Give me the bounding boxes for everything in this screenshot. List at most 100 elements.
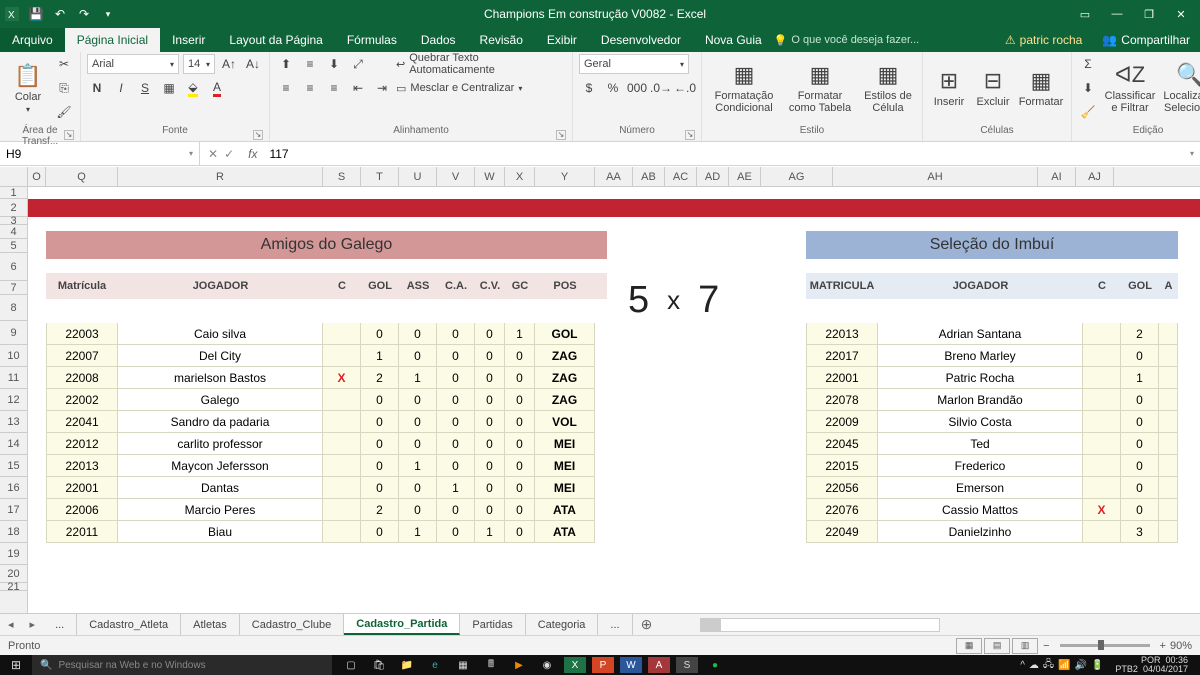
team2-player-row[interactable]: 22013Adrian Santana2 [806, 323, 1178, 345]
column-header[interactable]: AB [633, 167, 665, 186]
tab-data[interactable]: Dados [409, 28, 468, 52]
column-header[interactable]: AI [1038, 167, 1076, 186]
sublime-icon[interactable]: S [676, 657, 698, 673]
zoom-level[interactable]: 90% [1170, 640, 1192, 652]
battery-icon[interactable]: 🔋 [1091, 660, 1103, 671]
page-layout-view-icon[interactable]: ▤ [984, 638, 1010, 654]
team2-player-row[interactable]: 22078Marlon Brandão0 [806, 389, 1178, 411]
team1-player-row[interactable]: 22003Caio silva00001GOL [46, 323, 607, 345]
team1-player-row[interactable]: 22041Sandro da padaria00000VOL [46, 411, 607, 433]
column-header[interactable]: Y [535, 167, 595, 186]
row-header[interactable]: 17 [0, 499, 27, 521]
align-bottom-icon[interactable]: ⬇ [324, 54, 344, 74]
wifi-icon[interactable]: 📶 [1058, 660, 1070, 671]
expand-formula-icon[interactable]: ▾ [1184, 149, 1200, 158]
team1-player-row[interactable]: 22008marielson BastosX21000ZAG [46, 367, 607, 389]
tab-nav-next-icon[interactable]: ▸ [22, 618, 44, 631]
team2-player-row[interactable]: 22045Ted0 [806, 433, 1178, 455]
tab-developer[interactable]: Desenvolvedor [589, 28, 693, 52]
column-header[interactable]: V [437, 167, 475, 186]
conditional-format-button[interactable]: ▦Formatação Condicional [708, 54, 780, 122]
team1-player-row[interactable]: 22002Galego00000ZAG [46, 389, 607, 411]
zoom-in-button[interactable]: + [1156, 640, 1170, 652]
number-format-select[interactable]: Geral▾ [579, 54, 689, 74]
merge-center-button[interactable]: ▭Mesclar e Centralizar▾ [396, 78, 566, 98]
column-header[interactable]: AA [595, 167, 633, 186]
column-header[interactable]: T [361, 167, 399, 186]
font-size-select[interactable]: 14▾ [183, 54, 215, 74]
onedrive-icon[interactable]: ☁ [1029, 660, 1039, 671]
maximize-button[interactable]: ❐ [1134, 4, 1164, 24]
insert-cells-button[interactable]: ⊞Inserir [929, 54, 969, 122]
percent-icon[interactable]: % [603, 78, 623, 98]
tab-review[interactable]: Revisão [468, 28, 535, 52]
increase-font-icon[interactable]: A↑ [219, 54, 239, 74]
store-icon[interactable]: 🛍 [368, 657, 390, 673]
column-header[interactable]: O [28, 167, 46, 186]
access-icon[interactable]: A [648, 657, 670, 673]
launcher-icon[interactable]: ↘ [253, 130, 263, 140]
save-icon[interactable]: 💾 [24, 2, 48, 26]
fill-icon[interactable]: ⬇ [1078, 78, 1098, 98]
italic-button[interactable]: I [111, 78, 131, 98]
app-icon[interactable]: ▦ [452, 657, 474, 673]
row-header[interactable]: 9 [0, 321, 27, 345]
tab-nav-prev-icon[interactable]: ◂ [0, 618, 22, 631]
team2-player-row[interactable]: 22076Cassio MattosX0 [806, 499, 1178, 521]
sheet-tab[interactable]: Cadastro_Partida [344, 614, 460, 635]
row-header[interactable]: 3 [0, 217, 27, 225]
row-header[interactable]: 4 [0, 225, 27, 239]
horizontal-scrollbar[interactable] [700, 618, 940, 632]
close-button[interactable]: ✕ [1166, 4, 1196, 24]
volume-icon[interactable]: 🔊 [1075, 660, 1087, 671]
row-header[interactable]: 1 [0, 187, 27, 199]
fill-color-icon[interactable]: ⬙ [183, 78, 203, 98]
team2-player-row[interactable]: 22009Silvio Costa0 [806, 411, 1178, 433]
team1-player-row[interactable]: 22013Maycon Jefersson01000MEI [46, 455, 607, 477]
column-header[interactable]: AC [665, 167, 697, 186]
team1-player-row[interactable]: 22007Del City10000ZAG [46, 345, 607, 367]
format-as-table-button[interactable]: ▦Formatar como Tabela [784, 54, 856, 122]
enter-formula-icon[interactable]: ✓ [224, 147, 234, 161]
start-button[interactable]: ⊞ [0, 658, 32, 672]
calculator-icon[interactable]: 🖩 [480, 657, 502, 673]
spotify-icon[interactable]: ● [704, 657, 726, 673]
row-header[interactable]: 12 [0, 389, 27, 411]
column-header[interactable]: AG [761, 167, 833, 186]
sheet-tab[interactable]: Partidas [460, 614, 525, 635]
column-header[interactable]: AH [833, 167, 1038, 186]
row-header[interactable]: 14 [0, 433, 27, 455]
team2-player-row[interactable]: 22017Breno Marley0 [806, 345, 1178, 367]
format-painter-icon[interactable]: 🖌 [54, 102, 74, 122]
bold-button[interactable]: N [87, 78, 107, 98]
minimize-button[interactable]: — [1102, 4, 1132, 24]
tell-me-search[interactable]: 💡O que você deseja fazer... [774, 28, 995, 52]
decrease-decimal-icon[interactable]: ←.0 [675, 78, 695, 98]
column-header[interactable]: AE [729, 167, 761, 186]
row-header[interactable]: 16 [0, 477, 27, 499]
chrome-icon[interactable]: ◉ [536, 657, 558, 673]
column-header[interactable]: AD [697, 167, 729, 186]
column-header[interactable]: W [475, 167, 505, 186]
team1-player-row[interactable]: 22011Biau01010ATA [46, 521, 607, 543]
team2-player-row[interactable]: 22001Patric Rocha1 [806, 367, 1178, 389]
signed-in-user[interactable]: ⚠patric rocha [995, 28, 1092, 52]
normal-view-icon[interactable]: ▦ [956, 638, 982, 654]
column-header[interactable]: Q [46, 167, 118, 186]
sheet-tab[interactable]: Atletas [181, 614, 240, 635]
align-left-icon[interactable]: ≡ [276, 78, 296, 98]
taskbar-search[interactable]: 🔍Pesquisar na Web e no Windows [32, 655, 332, 675]
indent-inc-icon[interactable]: ⇥ [372, 78, 392, 98]
network-icon[interactable]: 🖧 [1043, 657, 1054, 674]
redo-icon[interactable]: ↷ [72, 2, 96, 26]
row-header[interactable]: 19 [0, 543, 27, 565]
excel-taskbar-icon[interactable]: X [564, 657, 586, 673]
page-break-view-icon[interactable]: ▥ [1012, 638, 1038, 654]
media-icon[interactable]: ▶ [508, 657, 530, 673]
tab-newguide[interactable]: Nova Guia [693, 28, 774, 52]
row-header[interactable]: 21 [0, 583, 27, 591]
clear-icon[interactable]: 🧹 [1078, 102, 1098, 122]
team1-player-row[interactable]: 22001Dantas00100MEI [46, 477, 607, 499]
select-all-corner[interactable] [0, 167, 28, 186]
tab-view[interactable]: Exibir [535, 28, 589, 52]
